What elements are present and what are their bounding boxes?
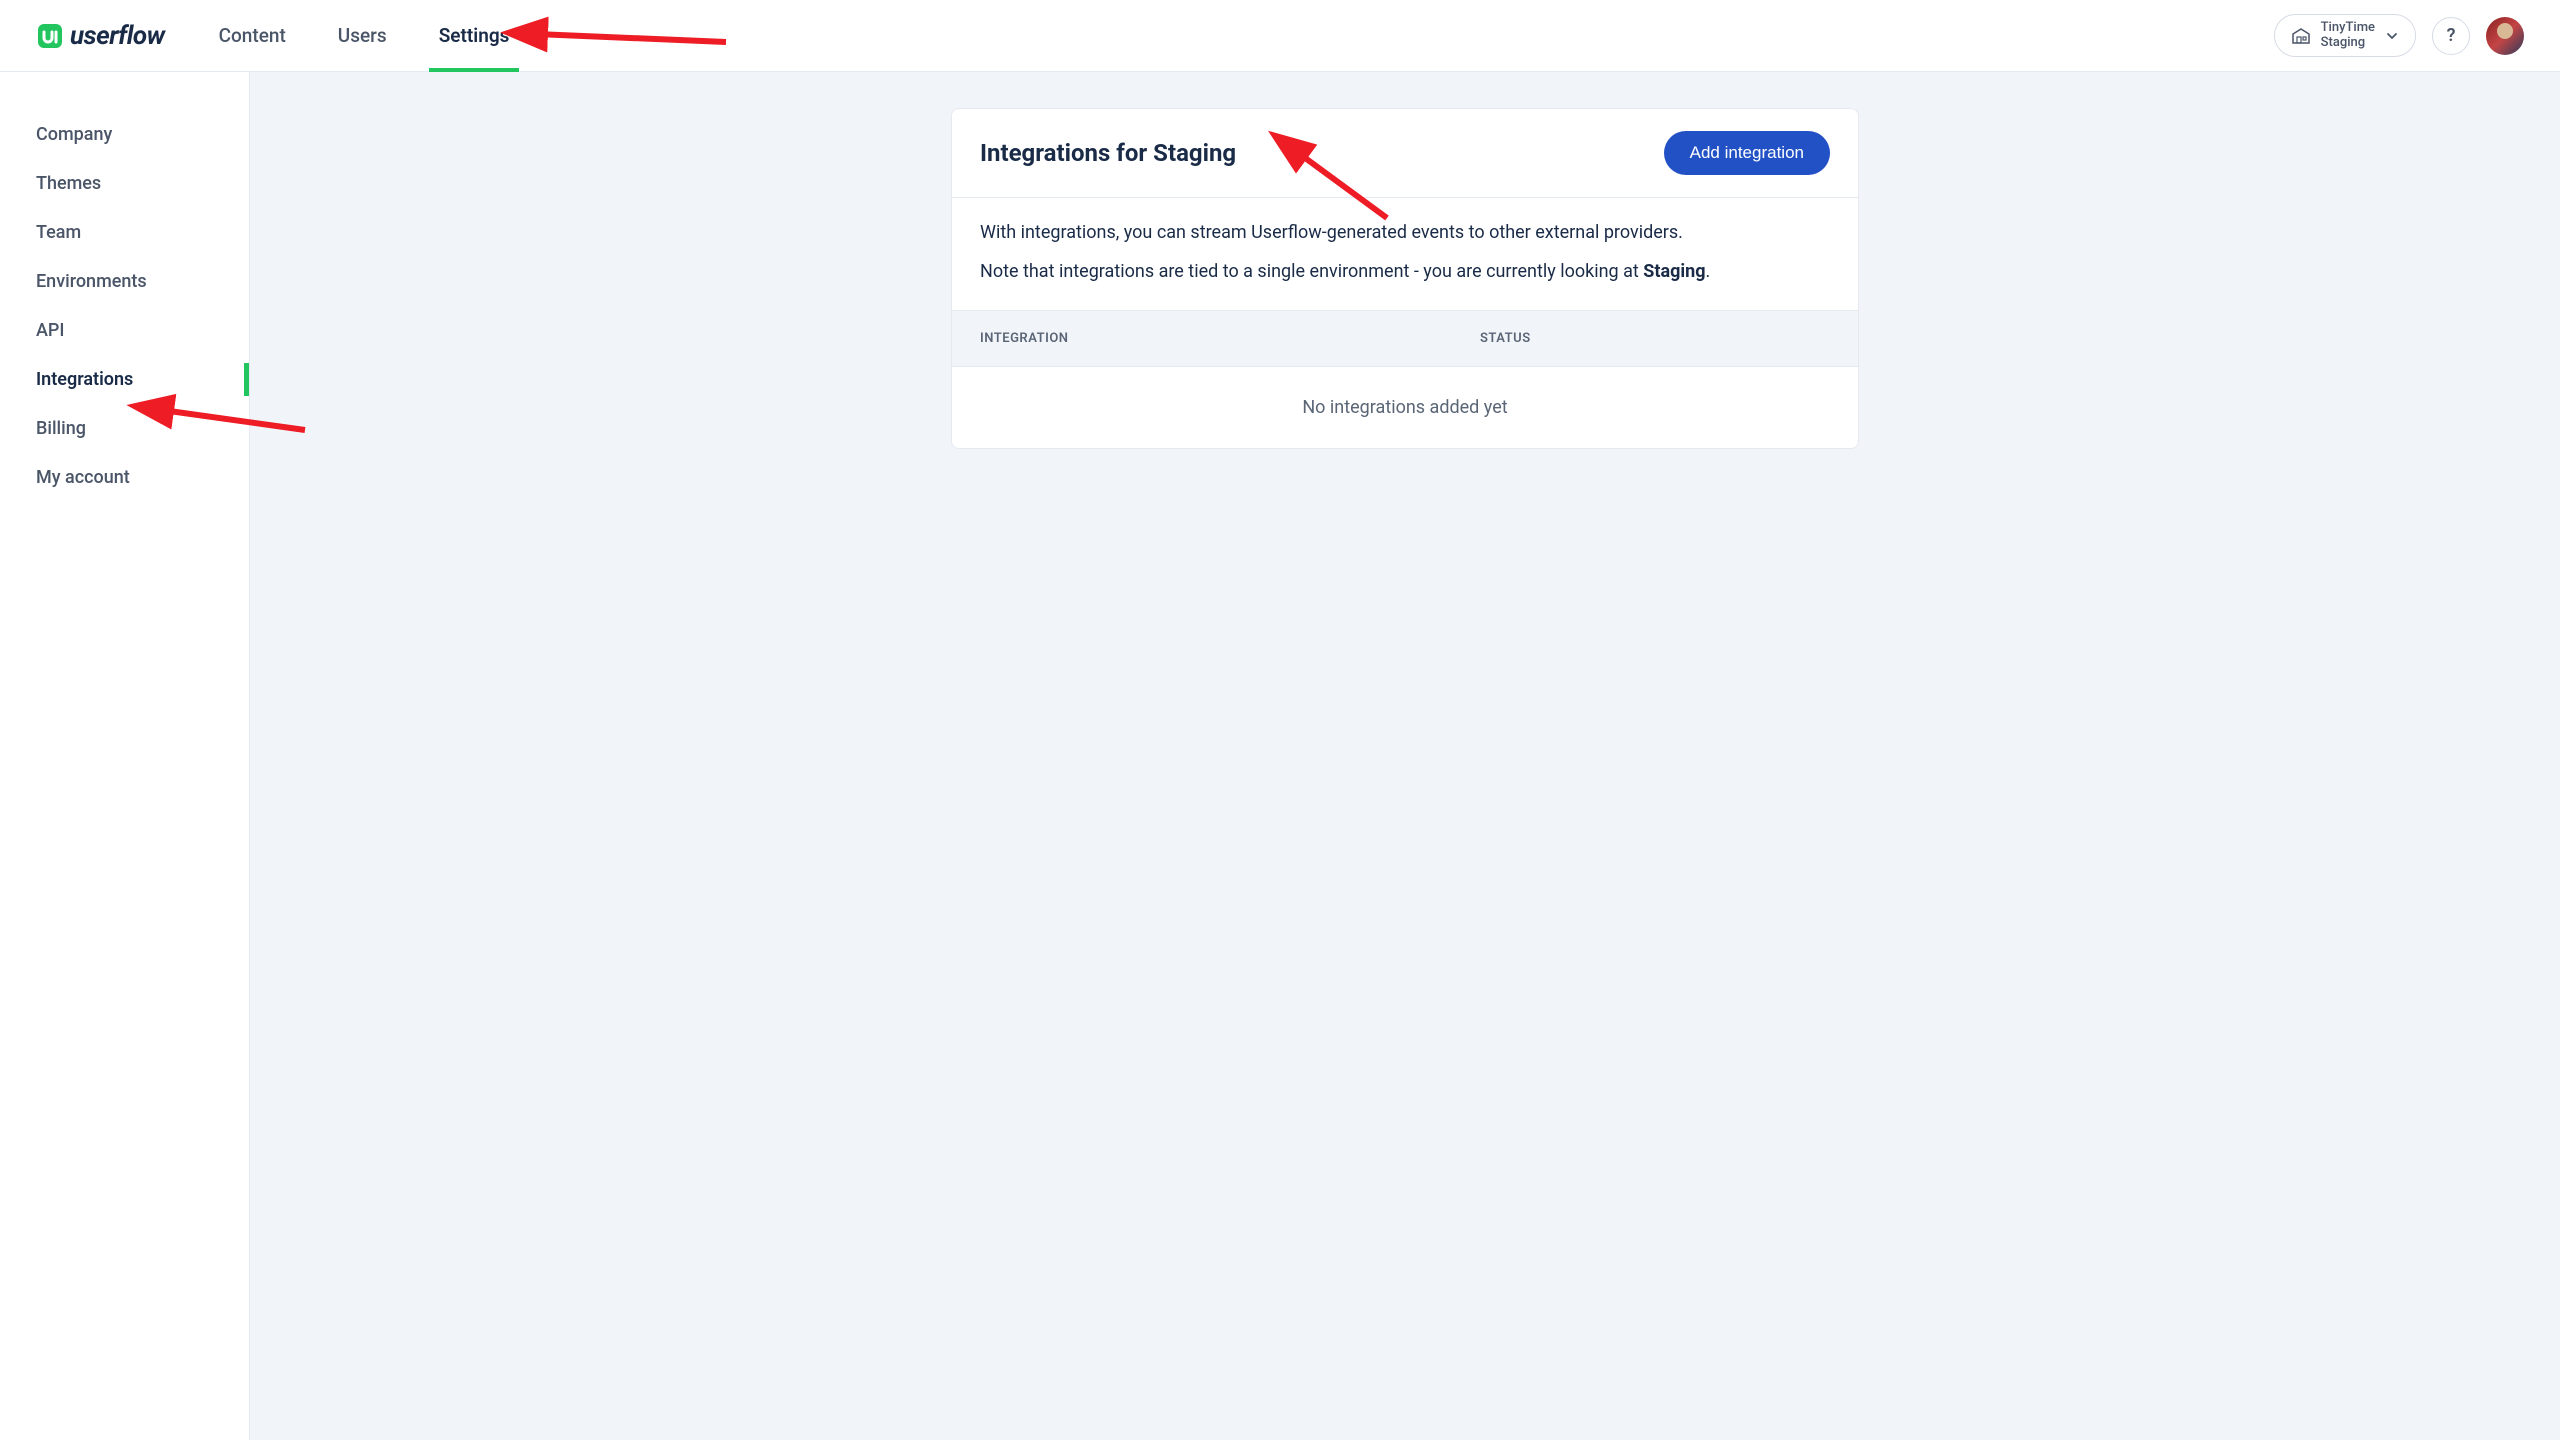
chevron-down-icon (2385, 29, 2399, 43)
nav-content[interactable]: Content (219, 0, 286, 71)
desc2-post: . (1706, 261, 1711, 282)
layout: Company Themes Team Environments API Int… (0, 72, 2560, 1440)
card-header: Integrations for Staging Add integration (952, 109, 1858, 197)
table-header: INTEGRATION STATUS (952, 310, 1858, 367)
top-nav: Content Users Settings (219, 0, 510, 71)
sidebar-item-environments[interactable]: Environments (0, 257, 249, 306)
desc2-pre: Note that integrations are tied to a sin… (980, 261, 1643, 282)
page-title: Integrations for Staging (980, 139, 1236, 167)
description-line2: Note that integrations are tied to a sin… (980, 261, 1830, 282)
user-avatar[interactable] (2486, 17, 2524, 55)
add-integration-button[interactable]: Add integration (1664, 131, 1830, 175)
sidebar-item-myaccount[interactable]: My account (0, 453, 249, 502)
environment-icon (2291, 28, 2311, 44)
sidebar-item-api[interactable]: API (0, 306, 249, 355)
empty-state: No integrations added yet (952, 367, 1858, 448)
nav-settings[interactable]: Settings (439, 0, 510, 71)
description-line1: With integrations, you can stream Userfl… (980, 222, 1830, 243)
help-icon: ? (2447, 25, 2456, 46)
content: Integrations for Staging Add integration… (250, 72, 2560, 1440)
logo-text: userflow (70, 21, 165, 51)
card-description: With integrations, you can stream Userfl… (952, 197, 1858, 310)
sidebar-item-themes[interactable]: Themes (0, 159, 249, 208)
sidebar-item-team[interactable]: Team (0, 208, 249, 257)
sidebar-item-integrations[interactable]: Integrations (0, 355, 249, 404)
environment-selector[interactable]: TinyTime Staging (2274, 14, 2416, 57)
nav-users[interactable]: Users (338, 0, 387, 71)
sidebar-item-billing[interactable]: Billing (0, 404, 249, 453)
desc2-env: Staging (1643, 261, 1705, 282)
environment-label: TinyTime Staging (2321, 21, 2375, 50)
environment-line2: Staging (2321, 36, 2375, 50)
sidebar-item-company[interactable]: Company (0, 110, 249, 159)
column-status: STATUS (1480, 331, 1830, 346)
logo-icon (36, 22, 64, 50)
help-button[interactable]: ? (2432, 17, 2470, 55)
integrations-card: Integrations for Staging Add integration… (951, 108, 1859, 449)
column-integration: INTEGRATION (980, 331, 1480, 346)
topbar-right: TinyTime Staging ? (2274, 14, 2524, 57)
logo[interactable]: userflow (36, 21, 165, 51)
topbar: userflow Content Users Settings TinyTime… (0, 0, 2560, 72)
settings-sidebar: Company Themes Team Environments API Int… (0, 72, 250, 1440)
environment-line1: TinyTime (2321, 21, 2375, 35)
